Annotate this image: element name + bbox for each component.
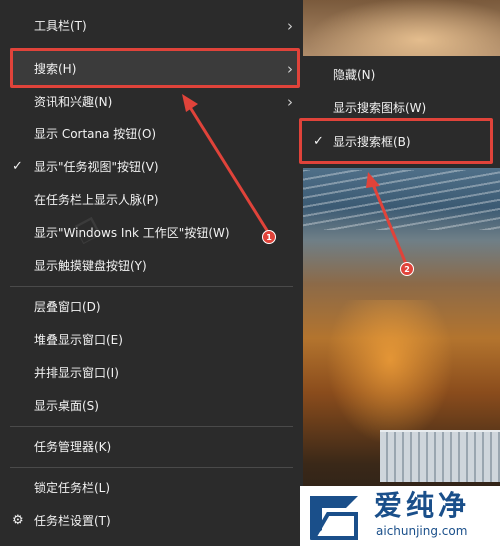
menu-item-show-task-view[interactable]: ✓ 显示"任务视图"按钮(V) <box>0 151 303 182</box>
menu-item-label: 锁定任务栏(L) <box>34 481 111 495</box>
menu-item-side-by-side[interactable]: 并排显示窗口(I) <box>0 357 303 388</box>
menu-item-toolbars[interactable]: 工具栏(T) › <box>0 10 303 41</box>
menu-item-cascade-windows[interactable]: 层叠窗口(D) <box>0 291 303 322</box>
submenu-item-label: 隐藏(N) <box>333 67 376 82</box>
menu-item-label: 并排显示窗口(I) <box>34 366 119 380</box>
step-badge-2: 2 <box>400 262 414 276</box>
submenu-item-hidden[interactable]: 隐藏(N) <box>303 59 500 89</box>
watermark-title: 爱纯净 <box>374 489 471 522</box>
gear-icon: ⚙ <box>12 513 24 528</box>
wallpaper-waves <box>300 170 500 230</box>
check-icon: ✓ <box>12 159 23 174</box>
wallpaper-reflection <box>300 300 500 450</box>
menu-item-label: 层叠窗口(D) <box>34 300 101 314</box>
menu-separator <box>10 286 293 287</box>
menu-item-lock-taskbar[interactable]: 锁定任务栏(L) <box>0 472 303 503</box>
watermark-logo-icon <box>310 496 358 540</box>
menu-separator <box>10 426 293 427</box>
menu-item-show-cortana[interactable]: 显示 Cortana 按钮(O) <box>0 118 303 149</box>
step-badge-1: 1 <box>262 230 276 244</box>
menu-item-news-interests[interactable]: 资讯和兴趣(N) › <box>0 86 303 117</box>
chevron-right-icon: › <box>287 16 293 35</box>
submenu-item-label: 显示搜索图标(W) <box>333 100 427 115</box>
menu-item-label: 显示桌面(S) <box>34 399 99 413</box>
menu-item-label: 显示"任务视图"按钮(V) <box>34 160 159 174</box>
menu-item-stack-windows[interactable]: 堆叠显示窗口(E) <box>0 324 303 355</box>
menu-item-taskbar-settings[interactable]: ⚙ 任务栏设置(T) <box>0 505 303 536</box>
search-box-highlight <box>299 118 493 164</box>
search-highlight-box <box>10 48 300 88</box>
menu-item-label: 任务栏设置(T) <box>34 514 111 528</box>
chevron-right-icon: › <box>287 92 293 111</box>
site-watermark: 爱纯净 aichunjing.com <box>300 486 500 546</box>
menu-item-label: 任务管理器(K) <box>34 440 112 454</box>
menu-separator <box>10 467 293 468</box>
watermark-url: aichunjing.com <box>376 524 468 538</box>
window-thumbnail <box>380 430 500 482</box>
menu-item-task-manager[interactable]: 任务管理器(K) <box>0 431 303 462</box>
menu-item-label: 堆叠显示窗口(E) <box>34 333 123 347</box>
menu-item-show-desktop[interactable]: 显示桌面(S) <box>0 390 303 421</box>
menu-item-label: 工具栏(T) <box>34 19 87 33</box>
menu-item-label: 显示 Cortana 按钮(O) <box>34 127 157 141</box>
menu-item-label: 资讯和兴趣(N) <box>34 95 113 109</box>
